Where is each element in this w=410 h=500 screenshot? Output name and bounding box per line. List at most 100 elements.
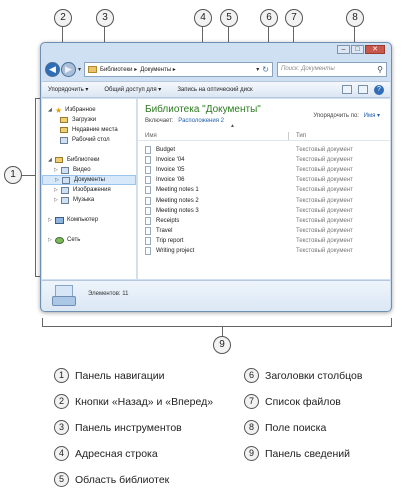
- column-header-type[interactable]: Тип: [296, 133, 306, 139]
- back-button[interactable]: ◀: [45, 61, 60, 77]
- file-row[interactable]: Invoice '06 Текстовый документ: [138, 175, 390, 185]
- file-row[interactable]: Invoice '04 Текстовый документ: [138, 155, 390, 165]
- collapsed-arrow-icon[interactable]: ▷: [54, 167, 61, 173]
- file-list-area: Библиотека "Документы" Включает: Располо…: [138, 99, 390, 279]
- file-type: Текстовый документ: [296, 207, 353, 214]
- details-pane: Элементов: 11: [42, 280, 390, 311]
- nav-downloads[interactable]: Загрузки: [42, 115, 136, 125]
- collapsed-arrow-icon[interactable]: ▷: [48, 237, 55, 243]
- images-library-icon: [61, 186, 69, 194]
- legend-number: 7: [244, 394, 259, 409]
- collapsed-arrow-icon[interactable]: ▷: [54, 197, 61, 203]
- legend-label: Заголовки столбцов: [265, 369, 363, 382]
- close-button[interactable]: ✕: [365, 45, 385, 54]
- arrange-by-dropdown[interactable]: Имя ▾: [364, 113, 380, 119]
- collapsed-arrow-icon[interactable]: ▷: [54, 187, 61, 193]
- legend-label: Кнопки «Назад» и «Вперед»: [75, 395, 214, 408]
- file-row[interactable]: Travel Текстовый документ: [138, 226, 390, 236]
- nav-desktop[interactable]: Рабочий стол: [42, 135, 136, 145]
- file-type: Текстовый документ: [296, 237, 353, 244]
- file-type: Текстовый документ: [296, 227, 353, 234]
- history-dropdown-icon[interactable]: ▾: [78, 66, 81, 73]
- item-count: Элементов: 11: [88, 291, 129, 297]
- file-type: Текстовый документ: [296, 177, 353, 184]
- text-document-icon: [145, 176, 151, 185]
- view-options-icon[interactable]: [342, 85, 352, 94]
- star-icon: ★: [55, 105, 63, 115]
- nav-computer[interactable]: ▷ Компьютер: [42, 215, 136, 225]
- file-name: Meeting notes 1: [156, 187, 199, 194]
- nav-images[interactable]: ▷ Изображения: [42, 185, 136, 195]
- expand-arrow-icon[interactable]: ◢: [48, 107, 55, 113]
- nav-video[interactable]: ▷ Видео: [42, 165, 136, 175]
- nav-music[interactable]: ▷ Музыка: [42, 195, 136, 205]
- help-icon[interactable]: ?: [374, 84, 384, 95]
- file-row[interactable]: Trip report Текстовый документ: [138, 236, 390, 246]
- legend-number: 4: [54, 446, 69, 461]
- file-row[interactable]: Meeting notes 1 Текстовый документ: [138, 185, 390, 195]
- legend-number: 1: [54, 368, 69, 383]
- callout-1-bracket: [35, 98, 36, 276]
- callout-1: 1: [4, 166, 22, 184]
- forward-button[interactable]: ▶: [61, 61, 76, 77]
- video-library-icon: [61, 166, 69, 174]
- collapse-icon[interactable]: ▲: [230, 123, 235, 129]
- legend-label: Область библиотек: [75, 473, 170, 486]
- refresh-icon[interactable]: ↻: [262, 65, 269, 74]
- file-name: Budget: [156, 147, 176, 154]
- legend-item-8: 8 Поле поиска: [244, 420, 326, 435]
- burn-button[interactable]: Запись на оптический диск: [177, 87, 252, 93]
- preview-pane-icon[interactable]: [358, 85, 368, 94]
- breadcrumb-documents[interactable]: Документы ▸: [140, 66, 176, 73]
- nav-libraries[interactable]: ◢ Библиотеки: [42, 155, 136, 165]
- nav-documents[interactable]: ▷ Документы: [42, 175, 136, 185]
- includes-label: Включает:: [145, 118, 174, 124]
- text-document-icon: [145, 146, 151, 155]
- nav-favorites[interactable]: ◢ ★ Избранное: [42, 105, 136, 115]
- file-name: Meeting notes 2: [156, 197, 199, 204]
- file-name: Travel: [156, 227, 173, 234]
- file-name: Invoice '05: [156, 167, 185, 174]
- navigation-bar: ◀ ▶ ▾ Библиотеки ▸ Документы ▸ ▾ ↻ Поиск…: [45, 59, 387, 79]
- window-controls: – □ ✕: [336, 45, 385, 54]
- text-document-icon: [145, 156, 151, 165]
- address-dropdown-icon[interactable]: ▾: [256, 66, 259, 73]
- file-name: Invoice '04: [156, 157, 185, 164]
- expand-arrow-icon[interactable]: ◢: [48, 157, 55, 163]
- legend-label: Панель навигации: [75, 369, 165, 382]
- legend-item-7: 7 Список файлов: [244, 394, 341, 409]
- file-row[interactable]: Writing project Текстовый документ: [138, 246, 390, 256]
- callout-9-bracket-right: [391, 318, 392, 326]
- file-row[interactable]: Meeting notes 3 Текстовый документ: [138, 206, 390, 216]
- desktop-icon: [60, 136, 68, 144]
- text-document-icon: [145, 246, 151, 255]
- maximize-button[interactable]: □: [351, 45, 364, 54]
- callout-7: 7: [285, 9, 303, 27]
- column-header-name[interactable]: Имя: [145, 133, 157, 139]
- file-row[interactable]: Budget Текстовый документ: [138, 145, 390, 155]
- music-library-icon: [61, 196, 69, 204]
- legend-number: 9: [244, 446, 259, 461]
- navigation-pane: ◢ ★ Избранное Загрузки Недавние места Ра…: [42, 99, 137, 279]
- legend-number: 5: [54, 472, 69, 487]
- breadcrumb-libraries[interactable]: Библиотеки ▸: [100, 66, 137, 73]
- nav-network[interactable]: ▷ Сеть: [42, 235, 136, 245]
- organize-button[interactable]: Упорядочить ▾: [48, 86, 88, 93]
- file-row[interactable]: Meeting notes 2 Текстовый документ: [138, 195, 390, 205]
- library-includes: Включает: Расположения 2: [145, 118, 224, 124]
- includes-locations-link[interactable]: Расположения 2: [178, 118, 224, 124]
- file-name: Invoice '06: [156, 177, 185, 184]
- collapsed-arrow-icon[interactable]: ▷: [48, 217, 55, 223]
- search-box[interactable]: Поиск: Документы ⚲: [277, 61, 387, 77]
- address-bar[interactable]: Библиотеки ▸ Документы ▸ ▾ ↻: [84, 61, 273, 77]
- share-with-button[interactable]: Общий доступ для ▾: [104, 86, 161, 93]
- file-row[interactable]: Invoice '05 Текстовый документ: [138, 165, 390, 175]
- column-separator[interactable]: [288, 132, 289, 140]
- callout-9-bracket-left: [42, 318, 43, 326]
- collapsed-arrow-icon[interactable]: ▷: [55, 177, 62, 183]
- legend-number: 3: [54, 420, 69, 435]
- nav-recent-places[interactable]: Недавние места: [42, 125, 136, 135]
- minimize-button[interactable]: –: [337, 45, 350, 54]
- file-row[interactable]: Receipts Текстовый документ: [138, 216, 390, 226]
- search-icon[interactable]: ⚲: [377, 65, 383, 74]
